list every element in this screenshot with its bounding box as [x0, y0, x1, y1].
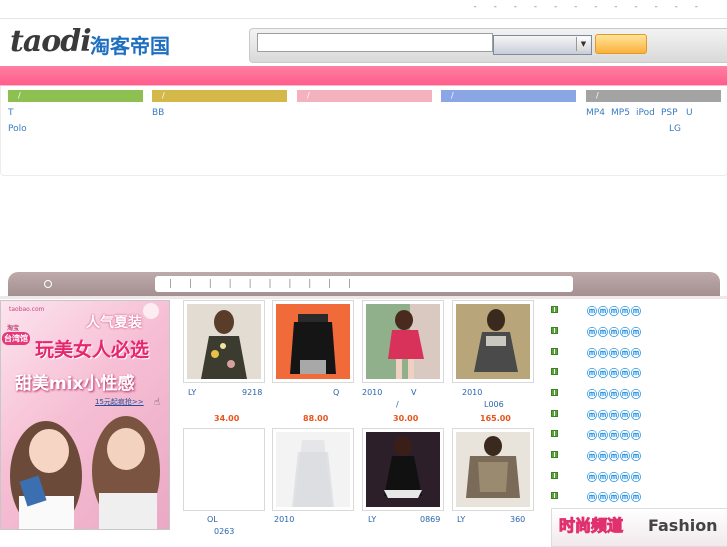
product-card[interactable]: [362, 300, 444, 383]
rating-icons: ⓜⓜⓜⓜⓜ: [587, 411, 642, 422]
pink-banner: [0, 66, 727, 85]
category-bar-label: /: [162, 91, 165, 100]
product-caption[interactable]: 0869: [420, 515, 440, 524]
plus-icon[interactable]: [551, 389, 558, 396]
product-image[interactable]: [456, 432, 530, 507]
product-card[interactable]: [362, 428, 444, 511]
ad-site: taobao.com: [9, 306, 45, 313]
rating-icons: ⓜⓜⓜⓜⓜ: [587, 307, 642, 318]
category-link[interactable]: LG: [669, 124, 681, 134]
plus-icon[interactable]: [551, 430, 558, 437]
category-bar-3[interactable]: /: [297, 90, 432, 102]
hand-cursor-icon: ☝: [154, 397, 161, 408]
product-price: 88.00: [303, 414, 329, 423]
nav-shadow: [0, 296, 727, 299]
nav-tabs[interactable]: | | | | | | | | | |: [155, 276, 573, 292]
ad-cta-link[interactable]: 15元起疯抢>>: [95, 397, 144, 407]
plus-icon[interactable]: [551, 410, 558, 417]
product-image[interactable]: [366, 304, 440, 379]
product-price: 165.00: [480, 414, 511, 423]
rating-icons: ⓜⓜⓜⓜⓜ: [587, 349, 642, 360]
plus-icon[interactable]: [551, 348, 558, 355]
product-card[interactable]: [272, 428, 354, 511]
plus-icon[interactable]: [551, 492, 558, 499]
plus-icon[interactable]: [551, 327, 558, 334]
product-caption[interactable]: V: [411, 388, 416, 397]
product-card[interactable]: [183, 300, 265, 383]
product-caption[interactable]: /: [396, 400, 399, 409]
category-bar-label: /: [451, 91, 454, 100]
category-link[interactable]: Polo: [8, 124, 27, 134]
product-caption[interactable]: OL: [207, 515, 218, 524]
category-select[interactable]: ▼: [493, 35, 592, 55]
category-link[interactable]: MP5: [611, 108, 630, 118]
rating-icons: ⓜⓜⓜⓜⓜ: [587, 390, 642, 401]
category-bar-label: /: [18, 91, 21, 100]
fashion-title-cn: 时尚频道: [558, 516, 624, 536]
rating-icons: ⓜⓜⓜⓜⓜ: [587, 328, 642, 339]
site-logo[interactable]: taodi: [10, 24, 92, 59]
ad-badge-top: 淘宝: [7, 325, 20, 332]
site-logo-cn[interactable]: 淘客帝国: [90, 30, 170, 59]
product-card[interactable]: [452, 300, 534, 383]
category-bar-5[interactable]: /: [586, 90, 721, 102]
product-image[interactable]: [366, 432, 440, 507]
search-input[interactable]: [257, 33, 493, 52]
rating-icons: ⓜⓜⓜⓜⓜ: [587, 369, 642, 380]
nav-bullet-icon: [44, 280, 52, 288]
left-ad-banner[interactable]: taobao.com 淘宝 台湾馆 人气夏装 玩美女人必选 甜美mix小性感 1…: [0, 300, 170, 530]
plus-icon[interactable]: [551, 306, 558, 313]
product-caption[interactable]: 2010: [274, 515, 294, 524]
product-caption[interactable]: 0263: [214, 527, 234, 536]
product-image[interactable]: [276, 432, 350, 507]
product-card[interactable]: [183, 428, 265, 511]
plus-icon[interactable]: [551, 368, 558, 375]
product-caption[interactable]: 2010: [362, 388, 382, 397]
rating-icons: ⓜⓜⓜⓜⓜ: [587, 473, 642, 484]
plus-icon[interactable]: [551, 451, 558, 458]
category-link[interactable]: iPod: [636, 108, 655, 118]
category-bar-label: /: [596, 91, 599, 100]
product-image[interactable]: [456, 304, 530, 379]
chevron-down-icon[interactable]: ▼: [576, 37, 590, 51]
category-bar-2[interactable]: /: [152, 90, 287, 102]
fashion-channel-box[interactable]: 时尚频道 Fashion: [551, 508, 727, 547]
product-caption[interactable]: 360: [510, 515, 525, 524]
product-caption[interactable]: L006: [484, 400, 504, 409]
product-image[interactable]: [276, 304, 350, 379]
product-caption[interactable]: 2010: [462, 388, 482, 397]
ad-badge: 台湾馆: [2, 332, 30, 345]
product-card[interactable]: [452, 428, 534, 511]
category-link[interactable]: PSP: [661, 108, 678, 118]
category-bar-4[interactable]: /: [441, 90, 576, 102]
product-caption[interactable]: LY: [368, 515, 376, 524]
rating-icons: ⓜⓜⓜⓜⓜ: [587, 493, 642, 504]
search-button[interactable]: [595, 34, 647, 54]
nav-tab-separators[interactable]: | | | | | | | | | |: [155, 279, 358, 289]
category-link[interactable]: MP4: [586, 108, 605, 118]
category-link[interactable]: BB: [152, 108, 164, 118]
category-bar-1[interactable]: /: [8, 90, 143, 102]
ad-line-1: 人气夏装: [86, 315, 142, 331]
product-image[interactable]: [187, 304, 261, 379]
product-card[interactable]: [272, 300, 354, 383]
category-link[interactable]: U: [686, 108, 693, 118]
category-bar-label: /: [307, 91, 310, 100]
product-caption[interactable]: LY: [457, 515, 465, 524]
plus-icon[interactable]: [551, 472, 558, 479]
product-image[interactable]: [187, 432, 261, 507]
category-link[interactable]: T: [8, 108, 14, 118]
rating-icons: ⓜⓜⓜⓜⓜ: [587, 431, 642, 442]
product-caption[interactable]: Q: [333, 388, 339, 397]
rating-icons: ⓜⓜⓜⓜⓜ: [587, 452, 642, 463]
product-caption[interactable]: LY: [188, 388, 196, 397]
product-caption[interactable]: 9218: [242, 388, 262, 397]
fashion-title-en: Fashion: [648, 516, 718, 535]
top-links[interactable]: - - - - - - - - - - - -: [474, 2, 705, 12]
ad-line-2: 玩美女人必选: [35, 339, 150, 361]
product-price: 34.00: [214, 414, 240, 423]
product-price: 30.00: [393, 414, 419, 423]
ad-line-3: 甜美mix小性感: [15, 374, 135, 394]
